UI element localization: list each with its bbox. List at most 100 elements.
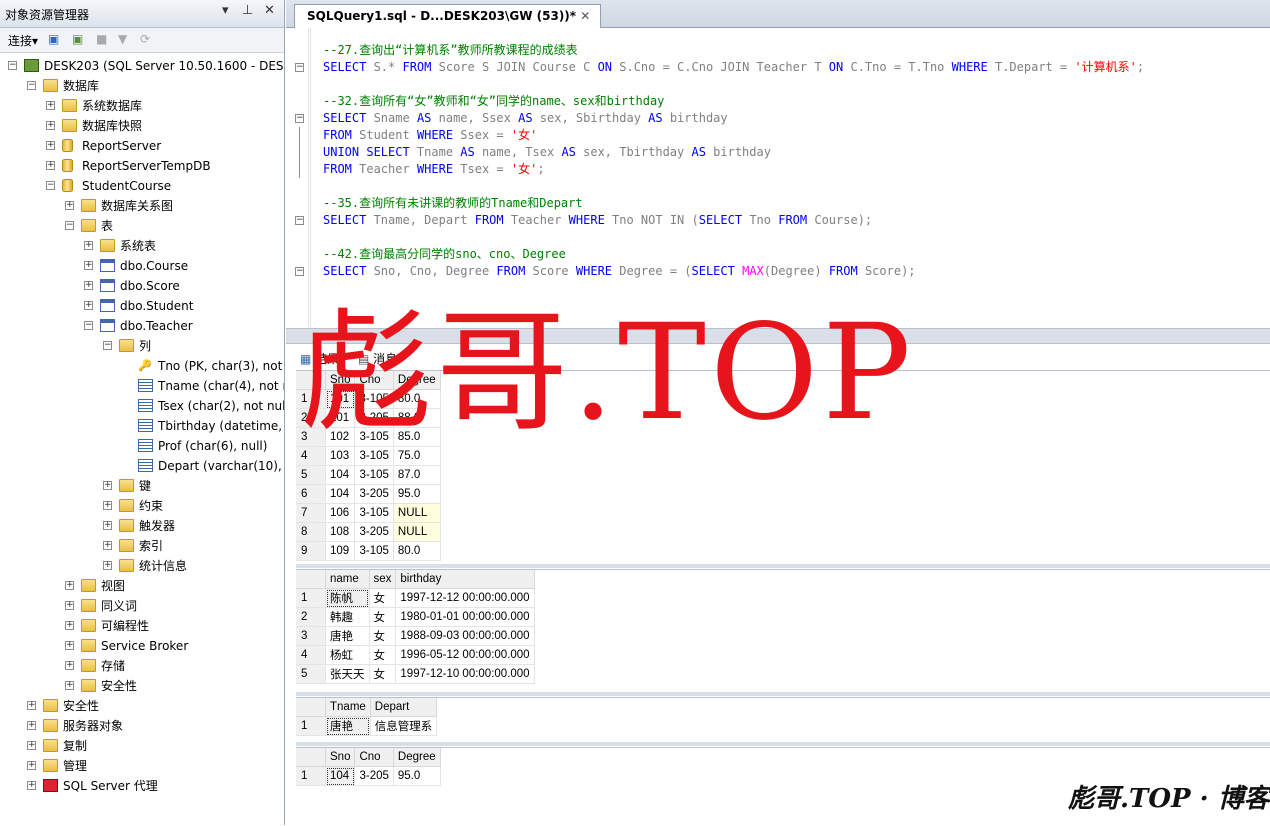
grid-cell[interactable]: 女 xyxy=(369,664,397,684)
expand-icon[interactable]: + xyxy=(84,281,93,290)
tree-node[interactable]: − DESK203 (SQL Server 10.50.1600 - DESK20… xyxy=(0,56,284,76)
table-row[interactable]: 9 109 3-105 80.0 xyxy=(296,541,441,561)
tab-sqlquery1[interactable]: SQLQuery1.sql - D...DESK203\GW (53))* ✕ xyxy=(294,4,602,28)
expand-icon[interactable]: + xyxy=(103,541,112,550)
tree-node[interactable]: + ReportServerTempDB xyxy=(0,156,284,176)
column-header[interactable]: Depart xyxy=(370,698,438,717)
tree-node[interactable]: + dbo.Course xyxy=(0,256,284,276)
tree-node[interactable]: + dbo.Score xyxy=(0,276,284,296)
table-row[interactable]: 2 韩趣女 1980-01-01 00:00:00.000 xyxy=(296,607,535,627)
column-header[interactable]: Degree xyxy=(393,748,441,767)
collapse-icon[interactable]: − xyxy=(46,181,55,190)
tree-node[interactable]: + 键 xyxy=(0,476,284,496)
row-number[interactable]: 7 xyxy=(296,503,326,523)
tree-node[interactable]: + 服务器对象 xyxy=(0,716,284,736)
expand-icon[interactable]: + xyxy=(65,621,74,630)
column-header[interactable]: sex xyxy=(369,570,397,589)
grid-cell[interactable]: 80.0 xyxy=(393,541,441,561)
tree-node[interactable]: + 数据库快照 xyxy=(0,116,284,136)
tree-node[interactable]: + 可编程性 xyxy=(0,616,284,636)
column-header[interactable]: Tname xyxy=(325,698,371,717)
table-row[interactable]: 1 陈帆女 1997-12-12 00:00:00.000 xyxy=(296,588,535,608)
grid-cell[interactable]: 3-205 xyxy=(354,522,394,542)
tree-node[interactable]: − 列 xyxy=(0,336,284,356)
grid-cell[interactable]: 1980-01-01 00:00:00.000 xyxy=(395,607,535,627)
tree-node[interactable]: + 约束 xyxy=(0,496,284,516)
code-collapse-icon[interactable]: − xyxy=(295,63,304,72)
row-number[interactable]: 9 xyxy=(296,541,326,561)
row-number[interactable]: 1 xyxy=(296,766,326,786)
grid-cell[interactable]: 108 xyxy=(325,522,356,542)
tree-node[interactable]: Depart (varchar(10), not null) xyxy=(0,456,284,476)
tree-node[interactable]: + 复制 xyxy=(0,736,284,756)
tree-node[interactable]: Tname (char(4), not null) xyxy=(0,376,284,396)
collapse-icon[interactable]: − xyxy=(84,321,93,330)
collapse-icon[interactable]: − xyxy=(8,61,17,70)
code-line[interactable]: FROM Student WHERE Ssex = '女' xyxy=(323,127,537,144)
code-line[interactable]: --42.查询最高分同学的sno、cno、Degree xyxy=(323,246,566,263)
table-row[interactable]: 4 杨虹女 1996-05-12 00:00:00.000 xyxy=(296,645,535,665)
tree-node[interactable]: + 索引 xyxy=(0,536,284,556)
grid-cell[interactable]: 87.0 xyxy=(393,465,441,485)
code-line[interactable]: SELECT Tname, Depart FROM Teacher WHERE … xyxy=(323,212,872,229)
tree-node[interactable]: − dbo.Teacher xyxy=(0,316,284,336)
column-header[interactable]: name xyxy=(325,570,370,589)
tree-node[interactable]: − 数据库 xyxy=(0,76,284,96)
column-header[interactable] xyxy=(296,698,326,717)
tree-node[interactable]: + 同义词 xyxy=(0,596,284,616)
code-line[interactable]: SELECT S.* FROM Score S JOIN Course C ON… xyxy=(323,59,1144,76)
grid-cell[interactable]: 3-205 xyxy=(354,766,394,786)
expand-icon[interactable]: + xyxy=(65,601,74,610)
expand-icon[interactable]: + xyxy=(46,161,55,170)
column-header[interactable]: Sno xyxy=(325,748,356,767)
grid-cell[interactable]: 1997-12-10 00:00:00.000 xyxy=(395,664,535,684)
tree-node[interactable]: + 系统表 xyxy=(0,236,284,256)
grid-cell[interactable]: 女 xyxy=(369,607,397,627)
row-number[interactable]: 5 xyxy=(296,664,326,684)
grid-cell[interactable]: 杨虹 xyxy=(325,645,370,665)
collapse-icon[interactable]: − xyxy=(65,221,74,230)
grid-cell[interactable]: 104 xyxy=(325,766,356,786)
close-icon[interactable]: ✕ xyxy=(264,3,275,18)
grid-cell[interactable]: 陈帆 xyxy=(325,588,370,608)
column-header[interactable] xyxy=(296,570,326,589)
row-number[interactable]: 4 xyxy=(296,645,326,665)
grid-cell[interactable]: 3-105 xyxy=(354,541,394,561)
tree-node[interactable]: + 触发器 xyxy=(0,516,284,536)
collapse-icon[interactable]: − xyxy=(103,341,112,350)
grid-cell[interactable]: 女 xyxy=(369,588,397,608)
tree-node[interactable]: + 存储 xyxy=(0,656,284,676)
stop-icon[interactable]: ■ xyxy=(96,32,107,46)
tree-node[interactable]: − 表 xyxy=(0,216,284,236)
tree-node[interactable]: + SQL Server 代理 xyxy=(0,776,284,796)
row-number[interactable]: 8 xyxy=(296,522,326,542)
grid-separator[interactable] xyxy=(296,742,1270,746)
code-line[interactable]: --27.查询出“计算机系”教师所教课程的成绩表 xyxy=(323,42,578,59)
expand-icon[interactable]: + xyxy=(84,261,93,270)
grid-cell[interactable]: 3-105 xyxy=(354,465,394,485)
results-grid-3[interactable]: Tname Depart 1 唐艳 信息管理系 xyxy=(296,698,438,736)
expand-icon[interactable]: + xyxy=(65,641,74,650)
grid-cell[interactable]: 104 xyxy=(325,484,356,504)
row-number[interactable]: 1 xyxy=(296,716,326,736)
table-row[interactable]: 5 张天天女 1997-12-10 00:00:00.000 xyxy=(296,664,535,684)
grid-cell[interactable]: 3-105 xyxy=(354,503,394,523)
grid-cell[interactable]: 1988-09-03 00:00:00.000 xyxy=(395,626,535,646)
tree-node[interactable]: Tsex (char(2), not null) xyxy=(0,396,284,416)
expand-icon[interactable]: + xyxy=(46,101,55,110)
expand-icon[interactable]: + xyxy=(27,701,36,710)
grid-cell[interactable]: 95.0 xyxy=(393,766,441,786)
code-line[interactable]: --32.查询所有“女”教师和“女”同学的name、sex和birthday xyxy=(323,93,664,110)
table-row[interactable]: 8 108 3-205 NULL xyxy=(296,522,441,542)
tab-close-icon[interactable]: ✕ xyxy=(580,9,590,23)
grid-cell[interactable]: 106 xyxy=(325,503,356,523)
table-row[interactable]: 1 104 3-205 95.0 xyxy=(296,766,441,786)
expand-icon[interactable]: + xyxy=(65,581,74,590)
dropdown-arrow-icon[interactable]: ▾ xyxy=(222,3,229,18)
tree-node[interactable]: + dbo.Student xyxy=(0,296,284,316)
tree-node[interactable]: + ReportServer xyxy=(0,136,284,156)
disconnect-icon[interactable]: ▣ xyxy=(72,32,83,46)
code-line[interactable]: --35.查询所有未讲课的教师的Tname和Depart xyxy=(323,195,583,212)
table-row[interactable]: 6 104 3-205 95.0 xyxy=(296,484,441,504)
expand-icon[interactable]: + xyxy=(103,501,112,510)
